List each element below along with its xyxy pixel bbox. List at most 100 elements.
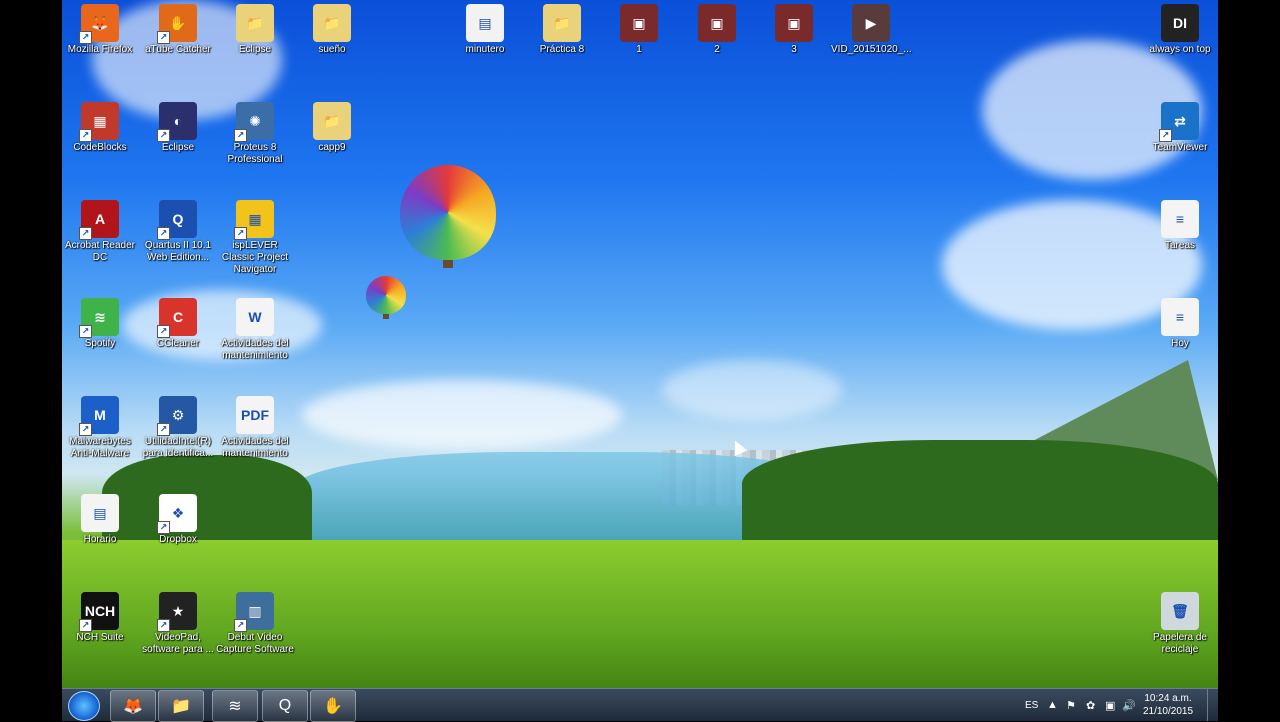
- desktop-icon-actividades2[interactable]: PDF Actividades del mantenimiento: [215, 396, 295, 460]
- folder-icon: 📁: [543, 4, 581, 42]
- text-file-icon: ≡: [1161, 200, 1199, 238]
- action-center-flag-icon[interactable]: ⚑: [1066, 689, 1076, 721]
- desktop-icon-label: Debut Video Capture Software: [216, 632, 294, 655]
- desktop-icon-capp9[interactable]: 📁 capp9: [292, 102, 372, 154]
- start-button[interactable]: [68, 691, 100, 721]
- taskbar-explorer-button[interactable]: 📁: [158, 690, 204, 722]
- desktop[interactable]: 🦊 ↗ Mozilla Firefox ✋ ↗ aTube Catcher 📁 Eclipse…: [62, 0, 1218, 720]
- desktop-icon-firefox[interactable]: 🦊 ↗ Mozilla Firefox: [62, 4, 140, 56]
- desktop-icon-nch[interactable]: NCH ↗ NCH Suite: [62, 592, 140, 644]
- shortcut-arrow-icon: ↗: [157, 227, 170, 240]
- image-thumbnail-icon: ▣: [775, 4, 813, 42]
- proteus-icon: ✺ ↗: [234, 102, 274, 142]
- desktop-icon-eclipse[interactable]: ◐ ↗ Eclipse: [138, 102, 218, 154]
- shortcut-arrow-icon: ↗: [79, 31, 92, 44]
- videopad-icon: ★ ↗: [157, 592, 197, 632]
- desktop-icon-videopad[interactable]: ★ ↗ VideoPad, software para ...: [138, 592, 218, 656]
- desktop-icon-label: 3: [791, 44, 797, 55]
- debut-icon: ▥ ↗: [234, 592, 274, 632]
- desktop-icon-label: CCleaner: [156, 338, 200, 349]
- language-indicator[interactable]: ES: [1025, 689, 1038, 721]
- desktop-icon-ccleaner[interactable]: C ↗ CCleaner: [138, 298, 218, 350]
- desktop-icon-label: minutero: [465, 44, 505, 55]
- desktop-icon-spotify[interactable]: ≋ ↗ Spotify: [62, 298, 140, 350]
- desktop-icon-tareas[interactable]: ≡ Tareas: [1140, 200, 1218, 252]
- tray-app-icon[interactable]: ✿: [1086, 689, 1095, 721]
- desktop-icon-horario[interactable]: ▤ Horario: [62, 494, 140, 546]
- taskbar-firefox-button[interactable]: 🦊: [110, 690, 156, 722]
- desktop-icon-dropbox[interactable]: ❖ ↗ Dropbox: [138, 494, 218, 546]
- desktop-icon-quartus[interactable]: Q ↗ Quartus II 10.1 Web Edition...: [138, 200, 218, 264]
- malwarebytes-icon: M ↗: [79, 396, 119, 436]
- desktop-icon-label: always on top: [1149, 44, 1211, 55]
- desktop-icon-label: Actividades del mantenimiento: [221, 436, 289, 459]
- show-desktop-button[interactable]: [1207, 689, 1218, 721]
- desktop-icon-label: capp9: [318, 142, 346, 153]
- desktop-icon-sueno[interactable]: 📁 sueño: [292, 4, 372, 56]
- desktop-icon-label: Tareas: [1164, 240, 1195, 251]
- shortcut-arrow-icon: ↗: [234, 129, 247, 142]
- shortcut-arrow-icon: ↗: [79, 325, 92, 338]
- taskbar-spotify-button[interactable]: ≋: [212, 690, 258, 722]
- firefox-icon: 🦊 ↗: [79, 4, 119, 44]
- text-file-icon: ≡: [1161, 298, 1199, 336]
- desktop-icon-label: Proteus 8 Professional: [227, 142, 283, 165]
- clock-date: 21/10/2015: [1142, 706, 1194, 717]
- shortcut-arrow-icon: ↗: [79, 129, 92, 142]
- network-icon[interactable]: ▣: [1105, 689, 1115, 721]
- desktop-icon-label: CodeBlocks: [73, 142, 127, 153]
- desktop-icon-label: VideoPad, software para ...: [142, 632, 214, 655]
- shortcut-arrow-icon: ↗: [157, 521, 170, 534]
- atube-catcher-icon: ✋ ↗: [157, 4, 197, 44]
- image-thumbnail-icon: ▣: [620, 4, 658, 42]
- video-thumbnail-icon: ▶: [852, 4, 890, 42]
- isplever-icon: ▦ ↗: [234, 200, 274, 240]
- desktop-icon-teamviewer[interactable]: ⇄ ↗ TeamViewer: [1140, 102, 1218, 154]
- desktop-icon-label: Papelera de reciclaje: [1153, 632, 1207, 655]
- desktop-icon-proteus[interactable]: ✺ ↗ Proteus 8 Professional: [215, 102, 295, 166]
- system-clock[interactable]: 10:24 a.m. 21/10/2015: [1138, 692, 1198, 718]
- desktop-icon-label: Malwarebytes Anti-Malware: [69, 436, 131, 459]
- desktop-icon-label: Mozilla Firefox: [67, 44, 133, 55]
- desktop-icon-papelera[interactable]: 🗑 Papelera de reciclaje: [1140, 592, 1218, 656]
- spotify-icon: ≋ ↗: [79, 298, 119, 338]
- shortcut-arrow-icon: ↗: [157, 423, 170, 436]
- always-on-top-icon: DI: [1161, 4, 1199, 42]
- taskbar-atube-button[interactable]: ✋: [310, 690, 356, 722]
- volume-icon[interactable]: 🔊: [1122, 689, 1136, 721]
- desktop-icon-label: sueño: [318, 44, 346, 55]
- desktop-icon-img3[interactable]: ▣ 3: [754, 4, 834, 56]
- taskbar: 🦊 📁 ≋ Q ✋ ES ▲ ⚑ ✿ ▣ 🔊 10:24 a.m. 21/10/2015: [62, 688, 1218, 722]
- codeblocks-icon: ▦ ↗: [79, 102, 119, 142]
- desktop-icon-img2[interactable]: ▣ 2: [677, 4, 757, 56]
- desktop-icon-label: TeamViewer: [1152, 142, 1208, 153]
- desktop-icon-label: Eclipse: [161, 142, 195, 153]
- shortcut-arrow-icon: ↗: [157, 619, 170, 632]
- desktop-icon-vid[interactable]: ▶ VID_20151020_...: [831, 4, 912, 56]
- desktop-icon-codeblocks[interactable]: ▦ ↗ CodeBlocks: [62, 102, 140, 154]
- desktop-icon-label: Acrobat Reader DC: [64, 240, 136, 263]
- desktop-icon-actividades1[interactable]: W Actividades del mantenimiento: [215, 298, 295, 362]
- desktop-icon-img1[interactable]: ▣ 1: [599, 4, 679, 56]
- desktop-icon-eclipse-folder[interactable]: 📁 Eclipse: [215, 4, 295, 56]
- word-document-icon: W: [236, 298, 274, 336]
- taskbar-quartus-button[interactable]: Q: [262, 690, 308, 722]
- desktop-icon-utilidad[interactable]: ⚙ ↗ UtilidadIntel(R) para identifica...: [138, 396, 218, 460]
- desktop-icon-label: Actividades del mantenimiento: [221, 338, 289, 361]
- desktop-icon-isplever[interactable]: ▦ ↗ ispLEVER Classic Project Navigator: [215, 200, 295, 276]
- desktop-icon-atube[interactable]: ✋ ↗ aTube Catcher: [138, 4, 218, 56]
- desktop-icon-alwaysontop[interactable]: DI always on top: [1140, 4, 1218, 56]
- recycle-bin-icon: 🗑: [1161, 592, 1199, 630]
- nch-suite-icon: NCH ↗: [79, 592, 119, 632]
- desktop-icon-malwarebytes[interactable]: M ↗ Malwarebytes Anti-Malware: [62, 396, 140, 460]
- desktop-icon-hoy[interactable]: ≡ Hoy: [1140, 298, 1218, 350]
- desktop-icon-acrobat[interactable]: A ↗ Acrobat Reader DC: [62, 200, 140, 264]
- desktop-icon-label: 1: [636, 44, 642, 55]
- desktop-icon-label: ispLEVER Classic Project Navigator: [221, 240, 289, 275]
- desktop-icon-practica8[interactable]: 📁 Práctica 8: [522, 4, 602, 56]
- spotify-icon: ≋: [228, 698, 242, 715]
- desktop-icon-debut[interactable]: ▥ ↗ Debut Video Capture Software: [215, 592, 295, 656]
- tray-show-hidden-icon[interactable]: ▲: [1047, 689, 1058, 721]
- acrobat-icon: A ↗: [79, 200, 119, 240]
- desktop-icon-minutero[interactable]: ▤ minutero: [445, 4, 525, 56]
